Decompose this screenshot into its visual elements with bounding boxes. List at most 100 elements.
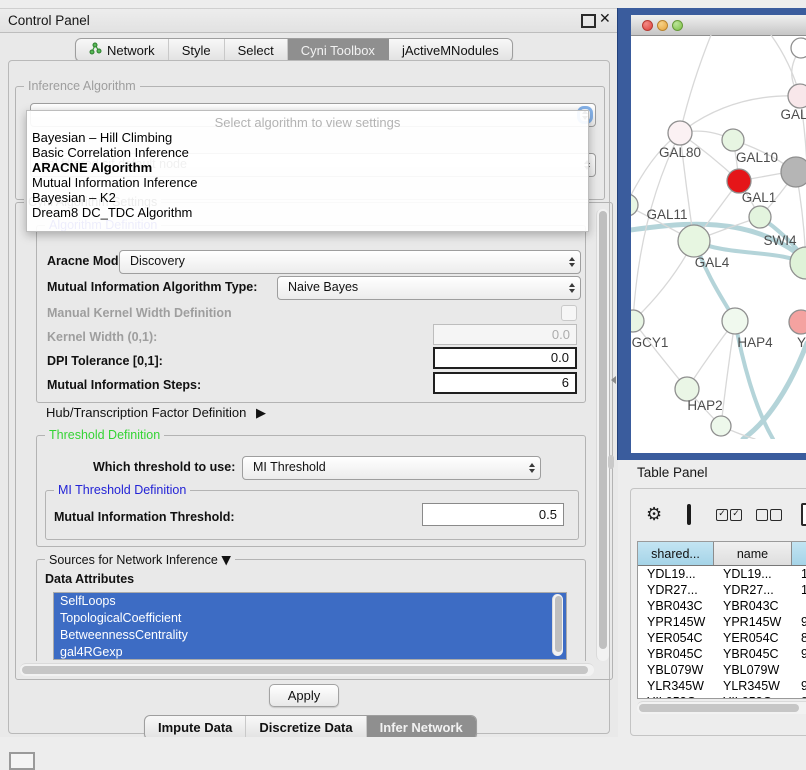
manual-kernel-checkbox[interactable] bbox=[561, 305, 577, 321]
mi-steps-field[interactable]: 6 bbox=[433, 372, 577, 394]
split-pane-collapse-icon[interactable] bbox=[611, 376, 616, 384]
table-cell: 9. bbox=[792, 614, 806, 630]
table-row[interactable]: YBR043CYBR043C bbox=[638, 598, 806, 614]
network-edge[interactable] bbox=[680, 35, 711, 133]
algorithm-option[interactable]: Bayesian – K2 bbox=[32, 190, 116, 205]
network-node[interactable] bbox=[788, 84, 806, 108]
divider-scroll-thumb[interactable] bbox=[608, 455, 614, 469]
cyni-toolbox-content: Inference Algorithm gal filtered sif def… bbox=[8, 60, 610, 734]
data-attributes-list[interactable]: SelfLoopsTopologicalCoefficientBetweenne… bbox=[53, 592, 567, 660]
network-node[interactable] bbox=[678, 225, 710, 257]
minimize-traffic-icon[interactable] bbox=[657, 20, 668, 31]
algorithm-dropdown-popup: Select algorithm to view settings Bayesi… bbox=[26, 110, 589, 232]
table-row[interactable]: YIL052CYIL052C9 bbox=[638, 694, 806, 699]
network-canvas[interactable]: GALGAL80GAL10GAL1GAL11SWI4GAL4GCY1HAP4YH… bbox=[631, 35, 806, 439]
node-label: GAL1 bbox=[742, 190, 777, 205]
sources-group: Sources for Network Inference ▼ Data Att… bbox=[36, 559, 586, 661]
kernel-width-field[interactable]: 0.0 bbox=[433, 324, 577, 345]
column-header[interactable]: shared... bbox=[638, 542, 714, 565]
attribute-item[interactable]: gal4RGexp bbox=[54, 644, 566, 660]
gear-icon[interactable]: ⚙ bbox=[646, 504, 662, 525]
network-edge[interactable] bbox=[633, 321, 687, 389]
table-cell: YIL052C bbox=[638, 694, 714, 699]
aracne-mode-combo[interactable]: Discovery bbox=[119, 250, 581, 274]
network-node[interactable] bbox=[711, 416, 731, 436]
network-node[interactable] bbox=[722, 308, 748, 334]
unchecked-checkbox-icon[interactable] bbox=[756, 509, 768, 521]
settings-scroll-area: Algorithm Definition Aracne Mode: Discov… bbox=[16, 207, 594, 661]
attribute-item[interactable]: TopologicalCoefficient bbox=[54, 610, 566, 627]
algorithm-option[interactable]: Basic Correlation Inference bbox=[32, 145, 189, 160]
settings-vertical-scrollbar[interactable] bbox=[596, 209, 609, 661]
network-window-titlebar[interactable] bbox=[631, 15, 806, 36]
tab-jactivemnodules[interactable]: jActiveMNodules bbox=[389, 39, 512, 61]
unchecked-checkbox-icon[interactable] bbox=[770, 509, 782, 521]
table-row[interactable]: YER054CYER054C8. bbox=[638, 630, 806, 646]
table-cell: YER054C bbox=[638, 630, 714, 646]
network-node[interactable] bbox=[789, 310, 806, 334]
aracne-mode-label: Aracne Mode: bbox=[47, 254, 130, 268]
tab-impute-data[interactable]: Impute Data bbox=[145, 716, 246, 739]
table-cell: YBL079W bbox=[638, 662, 714, 678]
node-label: HAP2 bbox=[687, 398, 722, 413]
close-traffic-icon[interactable] bbox=[642, 20, 653, 31]
document-icon[interactable] bbox=[801, 503, 806, 526]
table-row[interactable]: YDL19...YDL19...13 bbox=[638, 566, 806, 582]
tab-network[interactable]: Network bbox=[76, 39, 169, 61]
apply-button[interactable]: Apply bbox=[269, 684, 339, 707]
attribute-item[interactable]: SelfLoops bbox=[54, 593, 566, 610]
table-cell: YER054C bbox=[714, 630, 792, 646]
column-header[interactable] bbox=[792, 542, 806, 565]
dpi-tolerance-label: DPI Tolerance [0,1]: bbox=[47, 354, 163, 368]
close-icon[interactable]: ✕ bbox=[599, 11, 611, 27]
algorithm-option[interactable]: ARACNE Algorithm bbox=[32, 160, 152, 175]
threshold-definition-group: Threshold Definition Which threshold to … bbox=[36, 435, 586, 547]
node-label: SWI4 bbox=[763, 233, 796, 248]
algorithm-option[interactable]: Mutual Information Inference bbox=[32, 175, 197, 190]
network-node[interactable] bbox=[631, 194, 638, 216]
table-cell: YPR145W bbox=[714, 614, 792, 630]
table-row[interactable]: YLR345WYLR345W9. bbox=[638, 678, 806, 694]
tab-cyni-toolbox[interactable]: Cyni Toolbox bbox=[288, 39, 389, 61]
tab-label: Select bbox=[238, 43, 274, 58]
table-cell bbox=[792, 662, 806, 678]
column-header[interactable]: name bbox=[714, 542, 792, 565]
table-row[interactable]: YBR045CYBR045C9. bbox=[638, 646, 806, 662]
network-node[interactable] bbox=[781, 157, 806, 187]
zoom-traffic-icon[interactable] bbox=[672, 20, 683, 31]
combo-stepper-icon bbox=[569, 257, 575, 267]
network-node[interactable] bbox=[791, 38, 806, 58]
checked-checkbox-icon[interactable]: ✓ bbox=[716, 509, 728, 521]
mi-type-combo[interactable]: Naive Bayes bbox=[277, 276, 581, 300]
network-node[interactable] bbox=[722, 129, 744, 151]
node-table[interactable]: shared...nameYDL19...YDL19...13YDR27...Y… bbox=[637, 541, 806, 699]
float-window-icon[interactable] bbox=[581, 14, 596, 28]
table-row[interactable]: YPR145WYPR145W9. bbox=[638, 614, 806, 630]
checked-checkbox-icon[interactable]: ✓ bbox=[730, 509, 742, 521]
split-columns-icon[interactable] bbox=[687, 504, 691, 525]
network-node[interactable] bbox=[631, 310, 644, 332]
table-row[interactable]: YDR27...YDR27...12 bbox=[638, 582, 806, 598]
algorithm-option[interactable]: Dream8 DC_TDC Algorithm bbox=[32, 205, 192, 220]
tab-select[interactable]: Select bbox=[225, 39, 288, 61]
tab-discretize-data[interactable]: Discretize Data bbox=[246, 716, 366, 739]
dpi-tolerance-field[interactable]: 0.0 bbox=[433, 347, 577, 369]
tab-style[interactable]: Style bbox=[169, 39, 225, 61]
mi-threshold-field[interactable]: 0.5 bbox=[422, 503, 564, 526]
hub-section-toggle[interactable]: Hub/Transcription Factor Definition ▶ bbox=[46, 405, 266, 421]
settings-horizontal-scrollbar[interactable] bbox=[20, 663, 594, 676]
table-header-row: shared...name bbox=[638, 542, 806, 566]
which-threshold-combo[interactable]: MI Threshold bbox=[242, 456, 541, 480]
algorithm-option[interactable]: Bayesian – Hill Climbing bbox=[32, 130, 172, 145]
list-scrollbar[interactable] bbox=[552, 594, 563, 656]
network-node[interactable] bbox=[749, 206, 771, 228]
network-node[interactable] bbox=[668, 121, 692, 145]
minimized-panel-icon[interactable] bbox=[9, 752, 35, 770]
collapse-down-icon[interactable]: ▼ bbox=[221, 552, 231, 567]
node-label: GAL10 bbox=[736, 150, 778, 165]
tab-infer-network[interactable]: Infer Network bbox=[367, 716, 476, 739]
table-row[interactable]: YBL079WYBL079W bbox=[638, 662, 806, 678]
table-horizontal-scrollbar[interactable] bbox=[637, 701, 806, 714]
attribute-item[interactable]: BetweennessCentrality bbox=[54, 627, 566, 644]
node-label: GAL80 bbox=[659, 145, 701, 160]
